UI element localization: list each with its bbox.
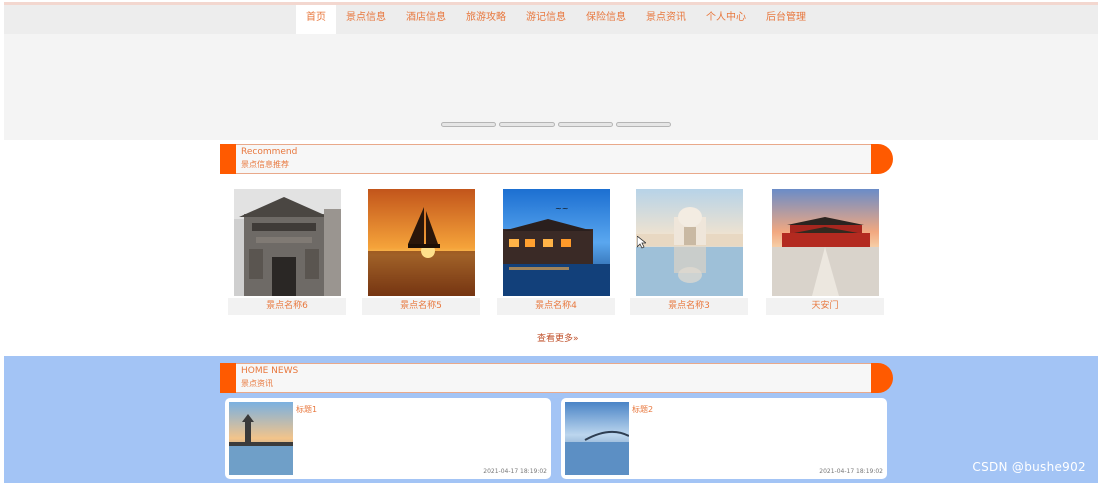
carousel-indicator[interactable] — [615, 122, 671, 127]
ancient-gate-photo[interactable] — [234, 189, 341, 296]
header-cap — [871, 363, 893, 393]
nav-item-insurance[interactable]: 保险信息 — [576, 5, 636, 34]
nav-item-news[interactable]: 景点资讯 — [636, 5, 696, 34]
recommend-card-name[interactable]: 景点名称5 — [362, 298, 480, 315]
main-nav: 首页 景点信息 酒店信息 旅游攻略 游记信息 保险信息 景点资讯 个人中心 后台… — [4, 5, 1098, 34]
news-title-cn: 景点资讯 — [241, 379, 273, 388]
watermark: CSDN @bushe902 — [972, 460, 1086, 474]
carousel-indicators — [441, 122, 671, 127]
recommend-title-cn: 景点信息推荐 — [241, 160, 289, 169]
pagoda-lake-photo[interactable] — [229, 402, 293, 475]
nav-item-home[interactable]: 首页 — [296, 5, 336, 34]
white-palace-reflection-photo[interactable] — [636, 189, 743, 296]
mouse-cursor-icon — [637, 236, 646, 249]
recommend-card-name[interactable]: 天安门 — [766, 298, 884, 315]
news-card[interactable]: 标题2 2021-04-17 18:19:02 — [561, 398, 887, 479]
nav-item-profile[interactable]: 个人中心 — [696, 5, 756, 34]
recommend-card-name[interactable]: 景点名称4 — [497, 298, 615, 315]
header-cap — [871, 144, 893, 174]
nav-item-scenic[interactable]: 景点信息 — [336, 5, 396, 34]
news-title-en: HOME NEWS — [241, 366, 299, 376]
sailboat-sunset-photo[interactable] — [368, 189, 475, 296]
nav-item-travelogue[interactable]: 游记信息 — [516, 5, 576, 34]
news-title[interactable]: 标题2 — [632, 404, 653, 415]
recommend-card-name[interactable]: 景点名称3 — [630, 298, 748, 315]
nav-item-admin[interactable]: 后台管理 — [756, 5, 816, 34]
header-accent-bar — [220, 144, 236, 174]
news-card[interactable]: 标题1 2021-04-17 18:19:02 — [225, 398, 551, 479]
nav-list: 首页 景点信息 酒店信息 旅游攻略 游记信息 保险信息 景点资讯 个人中心 后台… — [296, 5, 816, 34]
news-title[interactable]: 标题1 — [296, 404, 317, 415]
water-town-night-photo[interactable]: ~~ — [503, 189, 610, 296]
banner-carousel — [4, 34, 1098, 140]
news-header: HOME NEWS 景点资讯 — [220, 363, 893, 393]
forbidden-city-photo[interactable] — [772, 189, 879, 296]
header-accent-bar — [220, 363, 236, 393]
recommend-header: Recommend 景点信息推荐 — [220, 144, 893, 174]
svg-text:~~: ~~ — [555, 204, 568, 213]
news-date: 2021-04-17 18:19:02 — [483, 468, 547, 475]
nav-item-hotel[interactable]: 酒店信息 — [396, 5, 456, 34]
recommend-title-en: Recommend — [241, 147, 298, 157]
news-date: 2021-04-17 18:19:02 — [819, 468, 883, 475]
nav-item-guide[interactable]: 旅游攻略 — [456, 5, 516, 34]
carousel-indicator[interactable] — [557, 122, 613, 127]
carousel-indicator[interactable] — [441, 122, 497, 127]
page: 首页 景点信息 酒店信息 旅游攻略 游记信息 保险信息 景点资讯 个人中心 后台… — [0, 0, 1098, 483]
header-box — [236, 144, 878, 174]
view-more-link[interactable]: 查看更多» — [537, 331, 579, 344]
carousel-indicator[interactable] — [499, 122, 555, 127]
header-box — [236, 363, 878, 393]
bridge-sea-photo[interactable] — [565, 402, 629, 475]
recommend-card-name[interactable]: 景点名称6 — [228, 298, 346, 315]
